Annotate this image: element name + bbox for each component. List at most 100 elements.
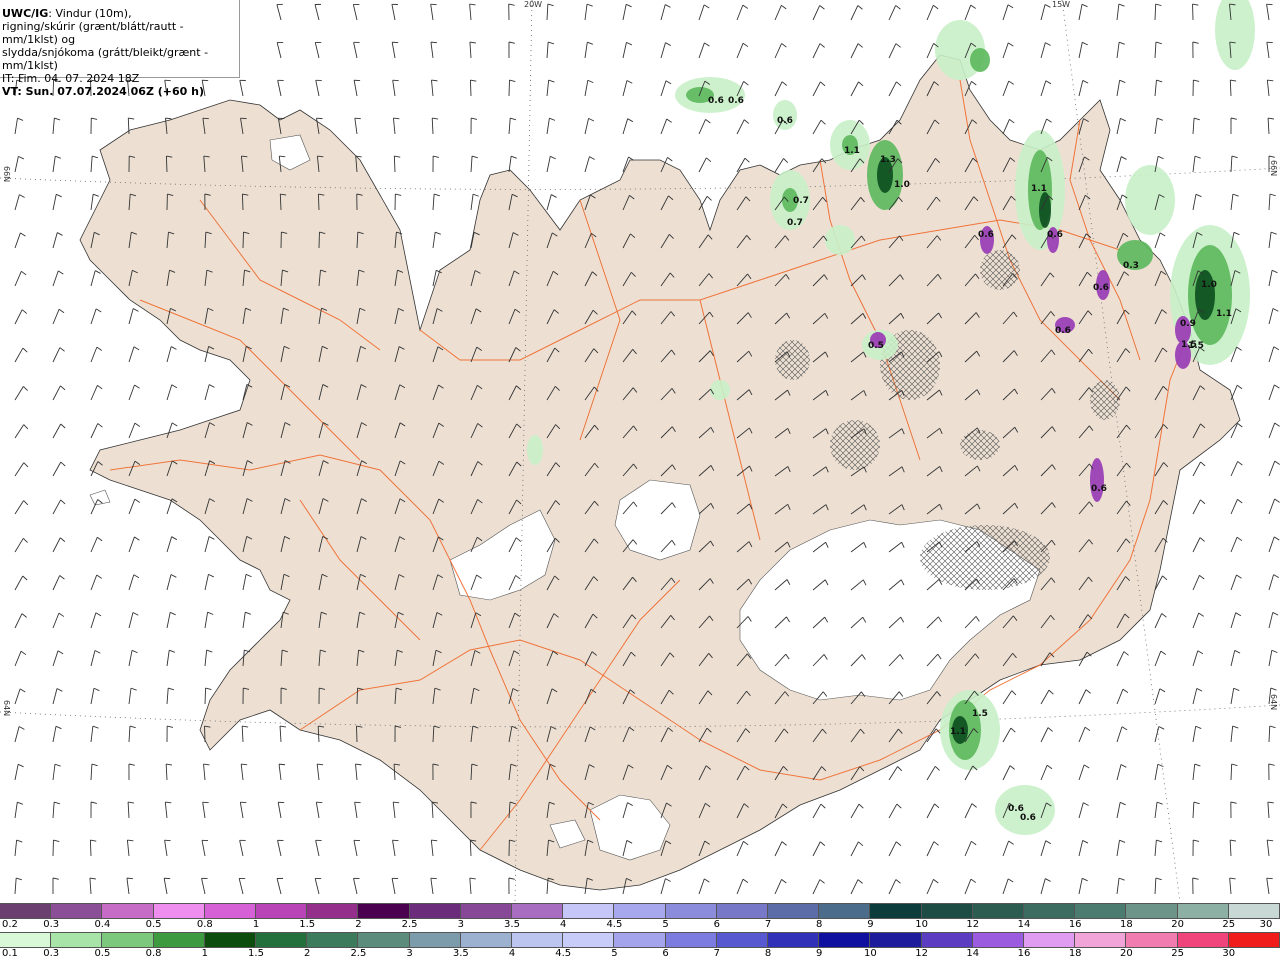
- title-line-1: : Vindur (10m),: [48, 7, 131, 20]
- precip-value-label: 1.1: [844, 146, 860, 156]
- legend-rain-swatch: [358, 933, 409, 947]
- legend-snow-tick: 10: [915, 919, 928, 930]
- precip-value-label: 1.0: [894, 180, 910, 190]
- legend-rain-tick: 3.5: [453, 948, 469, 959]
- snow-area: [1090, 458, 1104, 502]
- title-line-3: slydda/snjókoma (grátt/bleikt/grænt - mm…: [2, 46, 239, 72]
- lat-label-66n-left: 66N: [2, 166, 11, 182]
- legend-rain-tick: 4.5: [555, 948, 571, 959]
- lon-label-20w: 20W: [524, 0, 542, 9]
- legend-rain-swatch: [154, 933, 205, 947]
- legend-snow-swatch: [1229, 904, 1280, 918]
- legend-snow-swatch: [0, 904, 51, 918]
- precip-value-label: 0.6: [728, 96, 744, 106]
- precip-value-label: 1.1: [1216, 309, 1232, 319]
- legend-rain-swatch: [205, 933, 256, 947]
- legend-snow-swatch: [102, 904, 153, 918]
- legend-rain-tick: 10: [864, 948, 877, 959]
- legend-snow-tick: 30: [1260, 919, 1273, 930]
- legend-snow-tick: 3.5: [504, 919, 520, 930]
- legend-rain-tick: 5: [611, 948, 617, 959]
- legend-rain-swatch: [922, 933, 973, 947]
- legend-rain-tick: 9: [816, 948, 822, 959]
- precip-value-label: 1.1: [1031, 184, 1047, 194]
- legend-snow-tick: 18: [1120, 919, 1133, 930]
- legend-snow-ticks: 0.20.30.40.50.811.522.533.544.5567891012…: [0, 919, 1280, 933]
- weather-map: 0.60.60.61.11.31.00.70.70.60.61.10.30.60…: [0, 0, 1280, 902]
- legend-snow-swatch: [461, 904, 512, 918]
- legend-snow-colorbar: [0, 903, 1280, 919]
- legend-rain-swatch: [102, 933, 153, 947]
- lat-label-64n-left: 64N: [2, 700, 11, 716]
- precip-area: [825, 225, 855, 255]
- legend-snow-swatch: [614, 904, 665, 918]
- legend-rain-tick: 14: [966, 948, 979, 959]
- precip-area: [1039, 192, 1051, 228]
- legend-snow-swatch: [819, 904, 870, 918]
- legend-snow-tick: 4: [560, 919, 566, 930]
- init-time: IT: Fim. 04. 07. 2024 18Z: [2, 72, 239, 85]
- legend-rain-tick: 2.5: [350, 948, 366, 959]
- legend-snow-swatch: [768, 904, 819, 918]
- legend-snow-swatch: [1075, 904, 1126, 918]
- valid-time: VT: Sun. 07.07.2024 06Z (+60 h): [2, 85, 204, 98]
- legend-snow-tick: 16: [1069, 919, 1082, 930]
- snow-hatch-area: [775, 340, 810, 380]
- precip-value-label: 0.9: [1180, 319, 1196, 329]
- legend-snow-swatch: [1024, 904, 1075, 918]
- legend-rain-swatch: [614, 933, 665, 947]
- snow-hatch-area: [1090, 380, 1120, 420]
- precip-value-label: 0.6: [1055, 326, 1071, 336]
- legend-rain-swatch: [1229, 933, 1280, 947]
- precip-value-label: 1.3: [880, 155, 896, 165]
- precip-value-label: 0.5: [868, 341, 884, 351]
- legend-rain-tick: 1.5: [248, 948, 264, 959]
- legend-rain-tick: 8: [765, 948, 771, 959]
- legend-rain-swatch: [666, 933, 717, 947]
- legend-rain-swatch: [870, 933, 921, 947]
- precip-value-label: 0.6: [978, 230, 994, 240]
- legend-rain-swatch: [563, 933, 614, 947]
- legend-rain-swatch: [717, 933, 768, 947]
- legend-snow-swatch: [410, 904, 461, 918]
- legend-rain-tick: 0.1: [2, 948, 18, 959]
- legend-rain-swatch: [973, 933, 1024, 947]
- legend-rain-swatch: [51, 933, 102, 947]
- legend-rain-tick: 4: [509, 948, 515, 959]
- legend-rain-colorbar: [0, 932, 1280, 948]
- legend-rain-tick: 25: [1171, 948, 1184, 959]
- title-line-2: rigning/skúrir (grænt/blátt/rautt - mm/1…: [2, 20, 239, 46]
- snow-hatch-area: [960, 430, 1000, 460]
- legend-snow-tick: 8: [816, 919, 822, 930]
- precip-value-label: 0.6: [1020, 813, 1036, 823]
- legend-snow-swatch: [922, 904, 973, 918]
- legend-rain-tick: 0.3: [43, 948, 59, 959]
- legend-snow-swatch: [154, 904, 205, 918]
- precip-value-label: 0.3: [1123, 261, 1139, 271]
- legend-rain-tick: 12: [915, 948, 928, 959]
- legend-rain-swatch: [819, 933, 870, 947]
- precip-value-label: 0.7: [793, 196, 809, 206]
- lon-label-15w: 15W: [1052, 0, 1070, 9]
- legend-snow-tick: 0.4: [94, 919, 110, 930]
- model-name: UWC/IG: [2, 7, 48, 20]
- precip-value-label: 1.1: [950, 727, 966, 737]
- legend-snow-tick: 6: [714, 919, 720, 930]
- legend-rain-tick: 7: [714, 948, 720, 959]
- legend-snow-tick: 0.3: [43, 919, 59, 930]
- legend-snow-tick: 0.8: [197, 919, 213, 930]
- precip-value-label: 1.0: [1201, 280, 1217, 290]
- precip-area: [710, 380, 730, 400]
- legend-snow-swatch: [307, 904, 358, 918]
- legend-snow-tick: 0.2: [2, 919, 18, 930]
- legend-snow-tick: 9: [867, 919, 873, 930]
- precip-value-label: 0.7: [787, 218, 803, 228]
- snow-hatch-area: [830, 420, 880, 470]
- legend-rain-swatch: [307, 933, 358, 947]
- legend-snow-swatch: [51, 904, 102, 918]
- legend-rain-swatch: [768, 933, 819, 947]
- precip-area: [527, 435, 543, 465]
- legend-snow-tick: 4.5: [606, 919, 622, 930]
- legend-rain-tick: 2: [304, 948, 310, 959]
- legend-snow-swatch: [256, 904, 307, 918]
